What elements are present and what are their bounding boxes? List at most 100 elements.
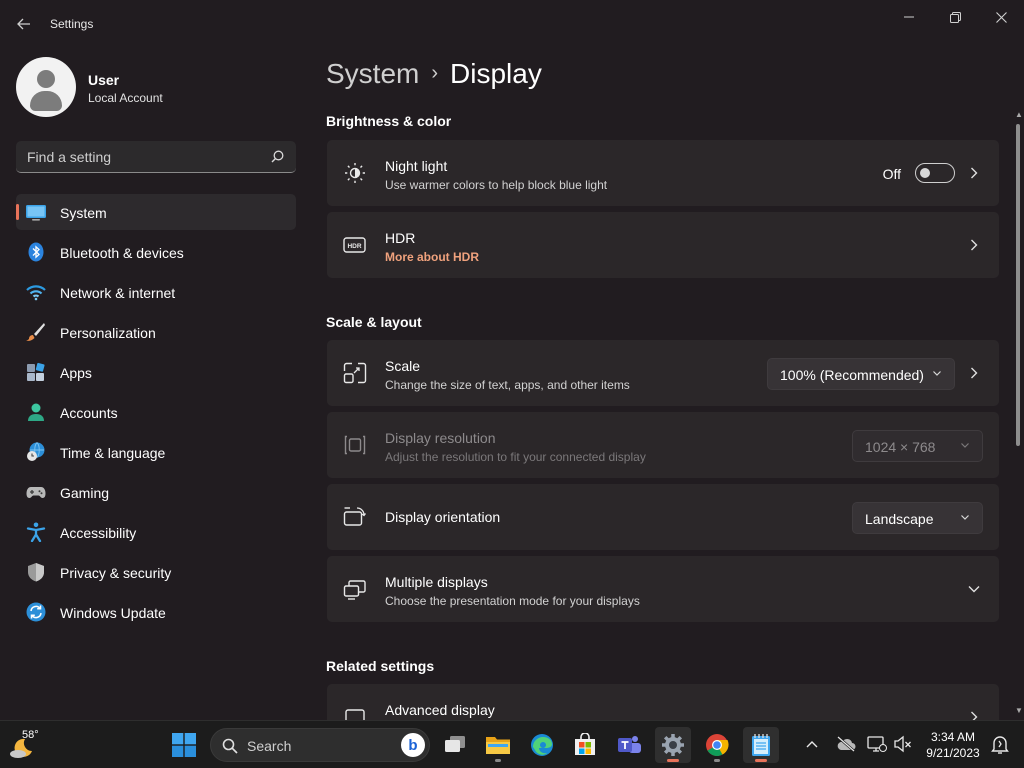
- multiple-displays-title: Multiple displays: [385, 574, 488, 590]
- task-view-icon: [445, 736, 465, 752]
- file-explorer-button[interactable]: [480, 727, 516, 763]
- hdr-card[interactable]: HDR HDR More about HDR: [327, 212, 999, 278]
- scale-card[interactable]: Scale Change the size of text, apps, and…: [327, 340, 999, 406]
- night-light-card[interactable]: Night light Use warmer colors to help bl…: [327, 140, 999, 206]
- sidebar-item-label: Accounts: [60, 405, 118, 421]
- user-name: User: [88, 72, 120, 88]
- teams-button[interactable]: [611, 727, 647, 763]
- scale-icon: [343, 362, 367, 384]
- chevron-down-icon: [933, 371, 941, 376]
- close-icon: [995, 11, 1007, 23]
- avatar: [16, 57, 76, 117]
- chevron-right-icon[interactable]: [967, 237, 981, 253]
- sidebar-item-label: System: [60, 205, 107, 221]
- settings-app-button[interactable]: [655, 727, 691, 763]
- display-resolution-title: Display resolution: [385, 430, 496, 446]
- person-icon: [28, 403, 44, 421]
- sidebar-item-label: Gaming: [60, 485, 110, 501]
- orientation-dropdown[interactable]: Landscape: [852, 502, 983, 534]
- chevron-up-icon[interactable]: [806, 735, 818, 753]
- sidebar-item-windows-update[interactable]: Windows Update: [16, 594, 296, 630]
- edge-button[interactable]: [524, 727, 560, 763]
- sidebar-item-network[interactable]: Network & internet: [16, 274, 296, 310]
- display-orientation-card[interactable]: Display orientation Landscape: [327, 484, 999, 550]
- chevron-down-icon: [961, 443, 969, 448]
- user-profile[interactable]: User Local Account: [16, 57, 163, 117]
- system-icon: [26, 205, 46, 221]
- sidebar-item-privacy[interactable]: Privacy & security: [16, 554, 296, 590]
- apps-icon: [27, 362, 45, 381]
- brush-icon: [26, 323, 45, 341]
- scale-title: Scale: [385, 358, 421, 374]
- taskbar-clock[interactable]: 3:34 AM 9/21/2023: [922, 729, 984, 761]
- resolution-dropdown: 1024 × 768: [852, 430, 983, 462]
- scale-dropdown[interactable]: 100% (Recommended): [767, 358, 955, 390]
- sidebar-item-time-language[interactable]: Time & language: [16, 434, 296, 470]
- onedrive-icon[interactable]: [836, 735, 856, 753]
- chevron-right-icon[interactable]: [967, 165, 981, 181]
- accessibility-icon: [26, 522, 46, 542]
- avatar-head: [37, 70, 55, 88]
- account-type: Local Account: [88, 91, 163, 105]
- resolution-dropdown-value: 1024 × 768: [865, 439, 936, 455]
- search-box[interactable]: [16, 141, 296, 173]
- running-indicator: [714, 759, 720, 762]
- search-input[interactable]: [16, 141, 266, 172]
- scrollbar-thumb[interactable]: [1016, 124, 1020, 446]
- minimize-button[interactable]: [886, 6, 932, 28]
- scroll-up-icon[interactable]: ▲: [1015, 110, 1023, 119]
- chevron-down-icon[interactable]: [967, 581, 981, 597]
- display-orientation-title: Display orientation: [385, 509, 501, 525]
- sidebar-item-bluetooth[interactable]: Bluetooth & devices: [16, 234, 296, 270]
- network-icon[interactable]: [867, 735, 887, 753]
- weather-widget[interactable]: 58°: [8, 727, 58, 763]
- restore-button[interactable]: [932, 6, 978, 28]
- bing-icon[interactable]: b: [401, 733, 425, 757]
- wifi-icon: [26, 285, 46, 301]
- store-button[interactable]: [567, 727, 603, 763]
- sidebar-item-system[interactable]: System: [16, 194, 296, 230]
- start-button[interactable]: [166, 727, 202, 763]
- running-indicator: [755, 759, 767, 762]
- night-light-toggle[interactable]: [915, 163, 955, 183]
- scroll-down-icon[interactable]: ▼: [1015, 706, 1023, 715]
- notepad-button[interactable]: [743, 727, 779, 763]
- volume-muted-icon[interactable]: [893, 735, 913, 753]
- gamepad-icon: [26, 487, 46, 498]
- sidebar-item-accounts[interactable]: Accounts: [16, 394, 296, 430]
- update-icon: [26, 602, 46, 622]
- hdr-link[interactable]: More about HDR: [385, 250, 479, 264]
- sidebar-item-label: Bluetooth & devices: [60, 245, 184, 261]
- scale-subtitle: Change the size of text, apps, and other…: [385, 378, 630, 392]
- orientation-dropdown-value: Landscape: [865, 511, 934, 527]
- sidebar-item-gaming[interactable]: Gaming: [16, 474, 296, 510]
- sidebar-item-accessibility[interactable]: Accessibility: [16, 514, 296, 550]
- arrow-left-icon: [17, 18, 30, 30]
- chevron-right-icon[interactable]: [967, 709, 981, 720]
- search-icon: [222, 738, 238, 754]
- display-resolution-card: Display resolution Adjust the resolution…: [327, 412, 999, 478]
- advanced-display-title: Advanced display: [385, 702, 495, 718]
- multiple-displays-card[interactable]: Multiple displays Choose the presentatio…: [327, 556, 999, 622]
- chevron-right-icon[interactable]: [967, 365, 981, 381]
- breadcrumb-system[interactable]: System: [326, 58, 419, 89]
- taskbar: 58° Search b 3:34 AM 9/21/2023: [0, 720, 1024, 768]
- close-button[interactable]: [978, 6, 1024, 28]
- content-scrollbar[interactable]: ▲ ▼: [1013, 110, 1023, 720]
- teams-icon: [618, 736, 641, 753]
- page-title: System › Display: [326, 58, 542, 90]
- task-view-button[interactable]: [437, 727, 473, 763]
- section-heading-brightness: Brightness & color: [326, 113, 452, 129]
- advanced-display-card[interactable]: Advanced display: [327, 684, 999, 720]
- clock-time: 3:34 AM: [930, 730, 976, 744]
- taskbar-search[interactable]: Search b: [210, 728, 430, 762]
- search-icon[interactable]: [271, 150, 284, 163]
- back-button[interactable]: [10, 12, 38, 36]
- chrome-button[interactable]: [699, 727, 735, 763]
- sidebar-item-personalization[interactable]: Personalization: [16, 314, 296, 350]
- sidebar-item-apps[interactable]: Apps: [16, 354, 296, 390]
- shield-icon: [28, 563, 44, 582]
- minimize-icon: [904, 16, 914, 18]
- notification-icon[interactable]: [990, 735, 1010, 755]
- sidebar-nav: System Bluetooth & devices Network & int…: [16, 194, 296, 634]
